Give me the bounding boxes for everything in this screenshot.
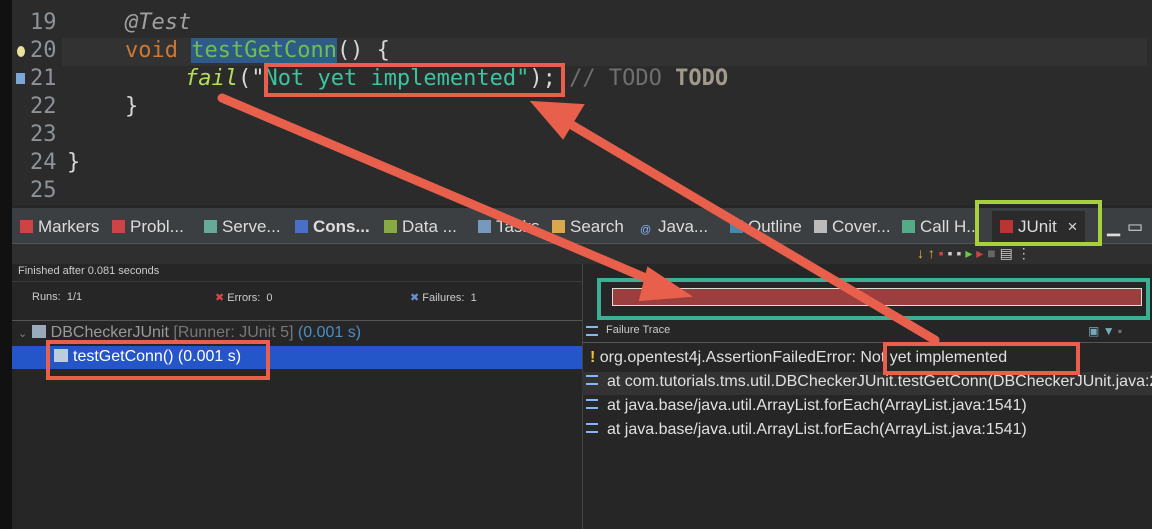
annotation-arrow-to-source xyxy=(555,113,940,345)
annotation-box-test xyxy=(46,340,270,380)
annotation-overlay xyxy=(46,63,1150,380)
annotation-arrow-to-progress xyxy=(217,93,665,289)
arrowhead xyxy=(529,100,585,140)
annotation-box-trace-message xyxy=(883,342,1080,375)
annotation-box-source-message xyxy=(264,63,565,97)
arrowhead xyxy=(638,266,693,302)
annotation-box-junit-tab xyxy=(975,200,1102,246)
